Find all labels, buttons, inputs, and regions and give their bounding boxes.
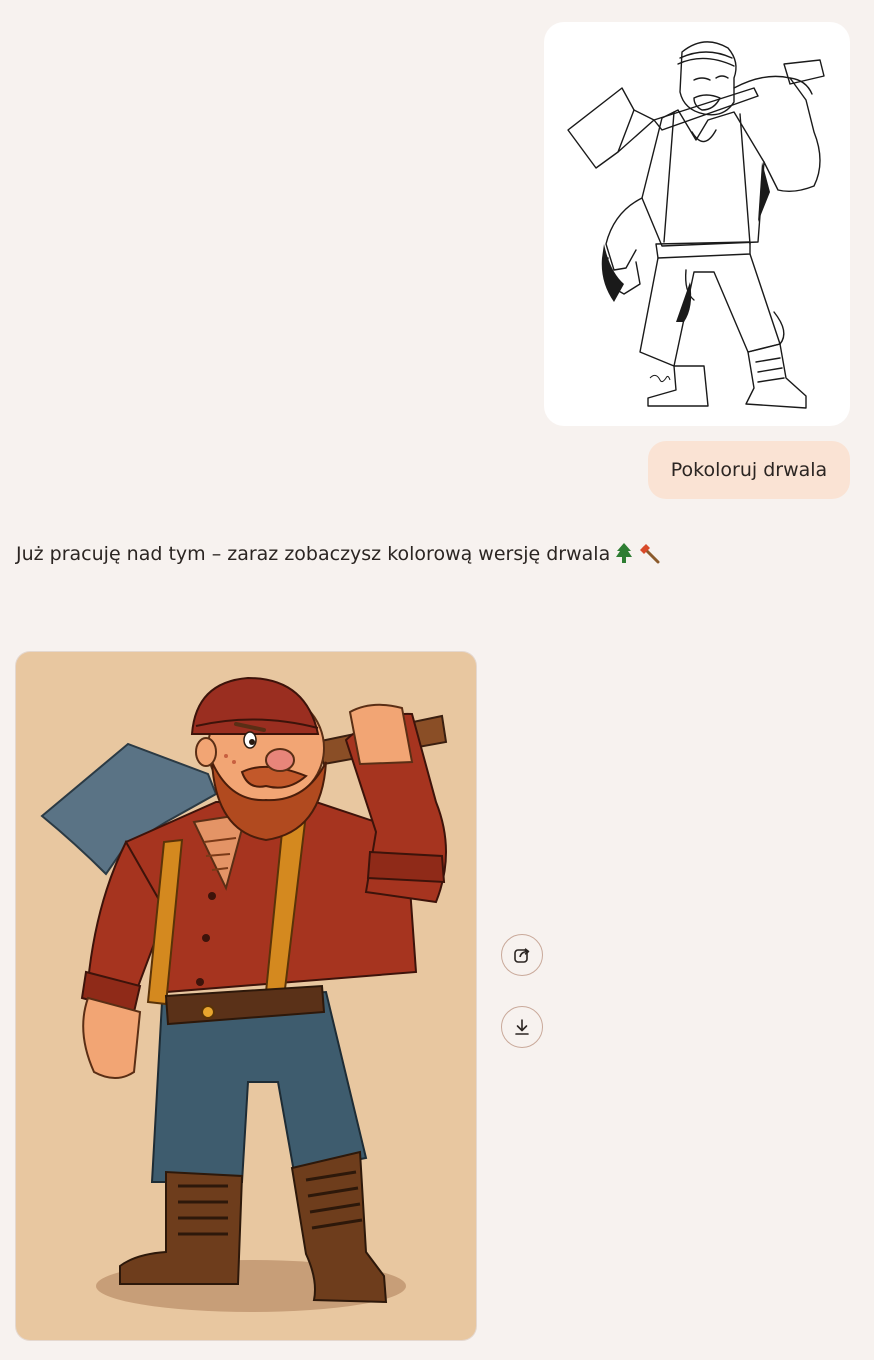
assistant-message: Już pracuję nad tym – zaraz zobaczysz ko…	[16, 540, 856, 572]
assistant-message-text: Już pracuję nad tym – zaraz zobaczysz ko…	[16, 543, 611, 565]
tree-icon	[614, 542, 634, 572]
download-button[interactable]	[501, 1006, 543, 1048]
user-message-bubble: Pokoloruj drwala	[648, 441, 850, 499]
user-sketch-image[interactable]	[544, 22, 850, 426]
download-icon	[515, 1019, 529, 1035]
share-button[interactable]	[501, 934, 543, 976]
share-icon	[514, 948, 530, 963]
sketch-illustration	[567, 41, 825, 409]
sketch-signature	[649, 374, 671, 383]
user-message-text: Pokoloruj drwala	[670, 459, 828, 481]
colored-lumberjack-illustration	[40, 676, 448, 1312]
axe-icon	[638, 542, 660, 572]
generated-lumberjack-image[interactable]	[16, 652, 476, 1340]
